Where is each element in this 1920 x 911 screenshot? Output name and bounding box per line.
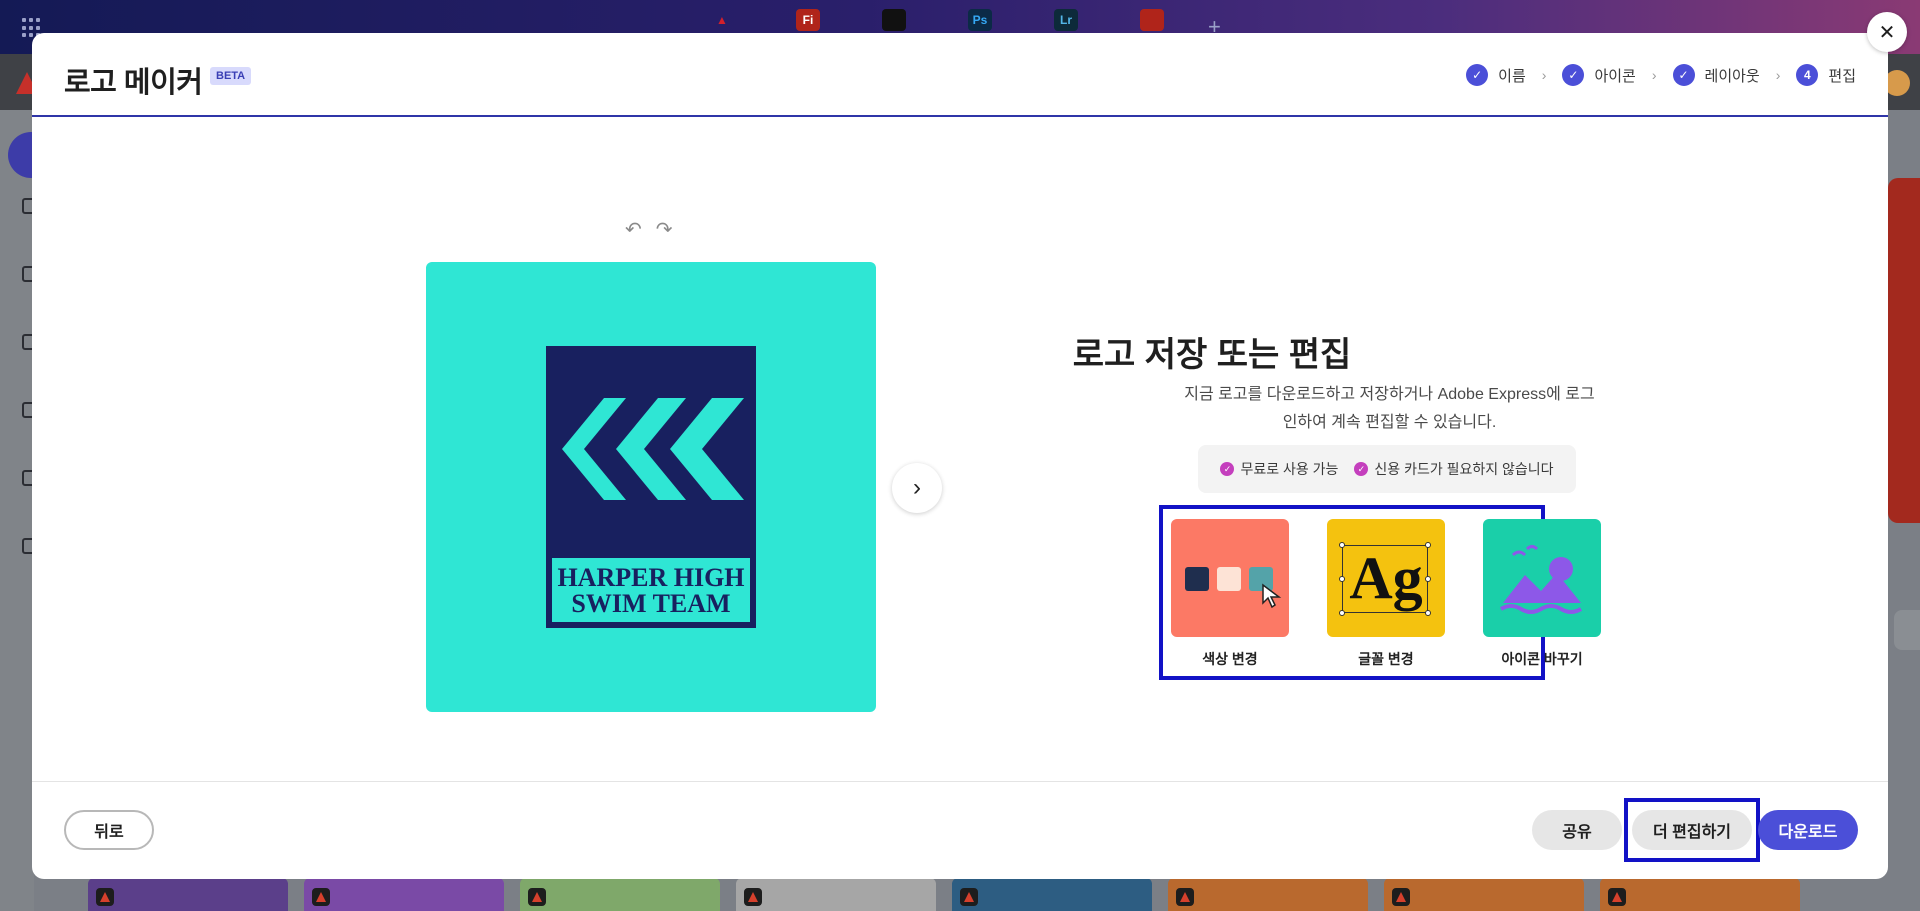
step-label: 편집 [1828, 67, 1856, 85]
logo-mark: HARPER HIGH SWIM TEAM [546, 346, 756, 628]
undo-icon[interactable]: ↶ [625, 217, 642, 242]
close-dialog-button[interactable]: ✕ [1867, 12, 1907, 52]
express-badge-icon [96, 888, 114, 906]
checkmark-icon: ✓ [1354, 462, 1369, 476]
acrobat-pdf-tab-icon[interactable] [1140, 9, 1164, 31]
panel-description: 지금 로고를 다운로드하고 저장하거나 Adobe Express에 로그인하여… [1184, 386, 1595, 431]
benefit-label: 신용 카드가 필요하지 않습니다 [1374, 461, 1554, 477]
color-swatch [1185, 567, 1209, 591]
logo-preview: HARPER HIGH SWIM TEAM [426, 262, 876, 712]
chevron-right-icon: › [1651, 67, 1657, 83]
share-button[interactable]: 공유 [1532, 810, 1622, 850]
replace-icon-tile[interactable] [1483, 519, 1601, 637]
express-badge-icon [744, 888, 762, 906]
checkmark-icon: ✓ [1220, 462, 1235, 476]
template-thumbnail[interactable] [952, 878, 1152, 911]
edit-options-highlight: 색상 변경 Ag 글꼴 변경 아이콘 바꾸기 [1159, 505, 1601, 680]
step-layout[interactable]: ✓ 레이아웃 [1672, 64, 1760, 86]
checkmark-icon: ✓ [1466, 64, 1489, 86]
option-label: 글꼴 변경 [1358, 651, 1414, 667]
lightroom-tab-icon[interactable]: Lr [1054, 9, 1078, 31]
template-thumbnail[interactable] [88, 878, 288, 911]
acrobat-tab-icon[interactable]: ▲ [710, 9, 734, 31]
next-logo-button[interactable]: › [892, 463, 942, 513]
chevrons-icon [562, 398, 744, 500]
step-name[interactable]: ✓ 이름 [1466, 64, 1526, 86]
chevron-right-icon: › [913, 474, 921, 501]
logo-text-line-2: SWIM TEAM [571, 589, 731, 618]
template-thumbnail[interactable] [1600, 878, 1800, 911]
step-number: 4 [1796, 64, 1819, 86]
template-thumbnail[interactable] [1168, 878, 1368, 911]
benefit-item: ✓ 신용 카드가 필요하지 않습니다 [1354, 459, 1554, 479]
undo-redo-controls: ↶ ↷ [625, 217, 673, 242]
back-button[interactable]: 뒤로 [64, 810, 154, 850]
step-label: 아이콘 [1594, 67, 1636, 85]
landscape-icon [1499, 545, 1583, 614]
beta-badge: BETA [210, 67, 252, 85]
dialog-header: 로고 메이커 BETA ✓ 이름 › ✓ 아이콘 › ✓ 레이아웃 › 4 편집 [32, 33, 1888, 117]
template-thumbnail[interactable] [520, 878, 720, 911]
change-colors-tile[interactable] [1171, 519, 1289, 637]
chevron-right-icon: › [1541, 67, 1547, 83]
logo-text: HARPER HIGH SWIM TEAM [550, 556, 752, 624]
promo-banner [1888, 178, 1920, 523]
change-font-option[interactable]: Ag 글꼴 변경 [1327, 519, 1445, 669]
redo-icon[interactable]: ↷ [656, 217, 673, 242]
template-thumbnail[interactable] [736, 878, 936, 911]
dialog-footer: 뒤로 공유 더 편집하기 다운로드 [32, 781, 1888, 879]
fresco-tab-icon[interactable]: Fi [796, 9, 820, 31]
change-colors-option[interactable]: 색상 변경 [1171, 519, 1289, 669]
progress-stepper: ✓ 이름 › ✓ 아이콘 › ✓ 레이아웃 › 4 편집 [1466, 64, 1856, 86]
replace-icon-option[interactable]: 아이콘 바꾸기 [1483, 519, 1601, 669]
change-font-tile[interactable]: Ag [1327, 519, 1445, 637]
panel-heading: 로고 저장 또는 편집 [1072, 336, 1352, 374]
edit-more-button[interactable]: 더 편집하기 [1632, 810, 1752, 850]
express-tab-icon[interactable] [882, 9, 906, 31]
template-thumbnail[interactable] [1384, 878, 1584, 911]
chevron-right-icon: › [1775, 67, 1781, 83]
benefits-row: ✓ 무료로 사용 가능 ✓ 신용 카드가 필요하지 않습니다 [1198, 445, 1576, 493]
express-badge-icon [1176, 888, 1194, 906]
dialog-title: 로고 메이커 [64, 67, 203, 99]
font-sample: Ag [1349, 545, 1423, 611]
step-icon[interactable]: ✓ 아이콘 [1562, 64, 1636, 86]
express-badge-icon [1392, 888, 1410, 906]
cursor-icon [1262, 583, 1282, 609]
photoshop-tab-icon[interactable]: Ps [968, 9, 992, 31]
option-label: 색상 변경 [1202, 651, 1258, 667]
express-badge-icon [960, 888, 978, 906]
step-label: 이름 [1498, 67, 1526, 85]
app-sidebar [0, 110, 38, 911]
template-thumbnail[interactable] [304, 878, 504, 911]
logo-maker-dialog: 로고 메이커 BETA ✓ 이름 › ✓ 아이콘 › ✓ 레이아웃 › 4 편집 [32, 33, 1888, 879]
option-label: 아이콘 바꾸기 [1501, 651, 1583, 667]
checkmark-icon: ✓ [1672, 64, 1695, 86]
benefit-label: 무료로 사용 가능 [1240, 461, 1339, 477]
step-edit[interactable]: 4 편집 [1796, 64, 1856, 86]
color-swatch [1217, 567, 1241, 591]
express-badge-icon [312, 888, 330, 906]
logo-text-line-1: HARPER HIGH [557, 563, 745, 592]
close-icon: ✕ [1878, 21, 1896, 44]
checkmark-icon: ✓ [1562, 64, 1585, 86]
step-label: 레이아웃 [1704, 67, 1760, 85]
download-button[interactable]: 다운로드 [1758, 810, 1858, 850]
benefit-item: ✓ 무료로 사용 가능 [1220, 459, 1338, 479]
express-badge-icon [1608, 888, 1626, 906]
express-badge-icon [528, 888, 546, 906]
right-chip[interactable] [1894, 610, 1920, 650]
